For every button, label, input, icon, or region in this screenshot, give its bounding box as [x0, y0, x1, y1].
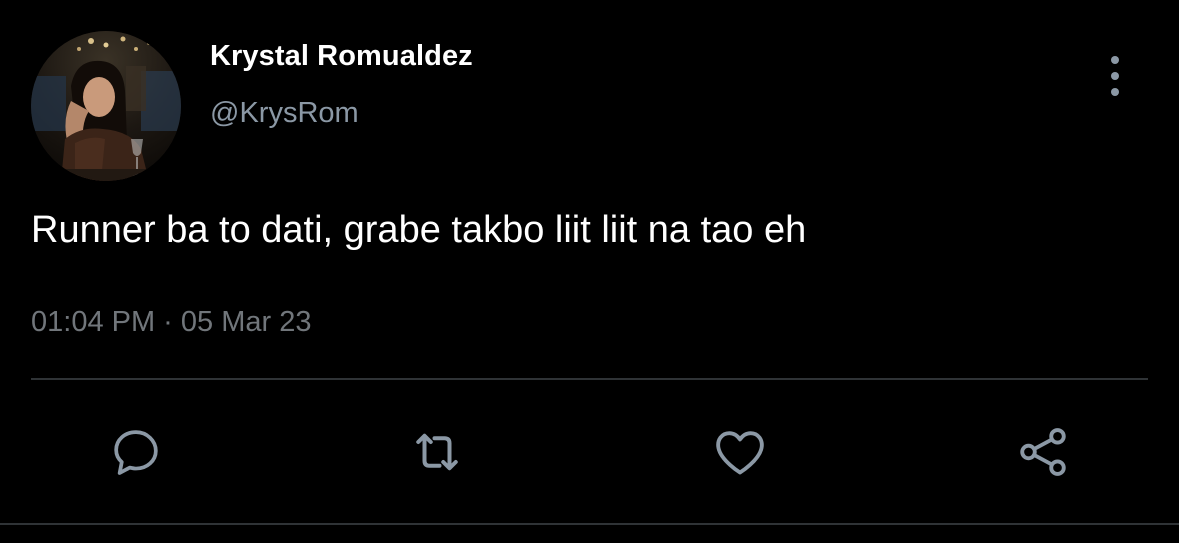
- bottom-divider: [0, 523, 1179, 525]
- share-button[interactable]: [1011, 420, 1075, 484]
- tweet-detail: Krystal Romualdez @KrysRom Runner ba to …: [0, 0, 1179, 543]
- reply-button[interactable]: [104, 420, 168, 484]
- avatar[interactable]: [31, 31, 181, 181]
- author-handle[interactable]: @KrysRom: [210, 97, 359, 130]
- like-button[interactable]: [708, 420, 772, 484]
- more-vertical-icon-dot: [1111, 88, 1119, 96]
- author-display-name[interactable]: Krystal Romualdez: [210, 40, 473, 73]
- more-vertical-icon-dot: [1111, 72, 1119, 80]
- retweet-button[interactable]: [405, 420, 469, 484]
- share-icon: [1020, 428, 1066, 476]
- more-vertical-icon: [1111, 56, 1119, 64]
- tweet-timestamp[interactable]: 01:04 PM · 05 Mar 23: [31, 306, 311, 339]
- retweet-icon: [416, 433, 458, 471]
- avatar-photo: [31, 31, 181, 181]
- tweet-text: Runner ba to dati, grabe takbo liit liit…: [31, 209, 807, 251]
- reply-icon: [114, 430, 158, 475]
- divider: [31, 378, 1148, 380]
- more-options-button[interactable]: [1098, 56, 1132, 96]
- heart-icon: [716, 431, 764, 475]
